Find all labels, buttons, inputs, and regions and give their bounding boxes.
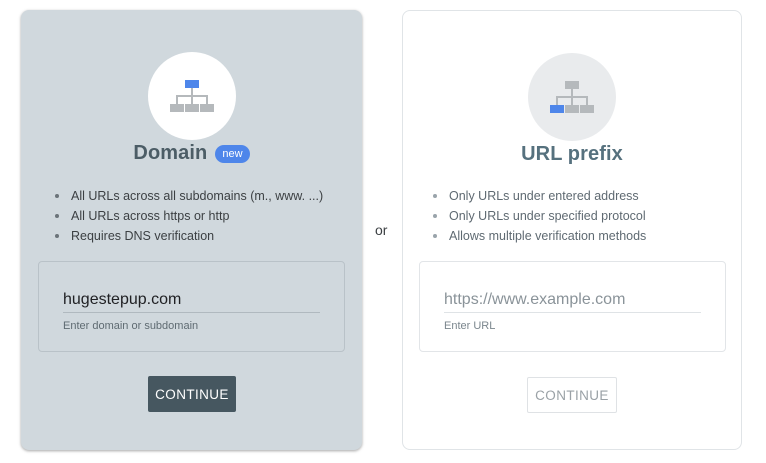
list-item: All URLs across all subdomains (m., www.… [53,186,342,206]
url-input[interactable] [444,290,701,310]
domain-input-underline [63,312,320,313]
domain-field-box: Enter domain or subdomain [38,261,345,352]
list-item: Allows multiple verification methods [431,226,721,246]
list-item: All URLs across https or http [53,206,342,226]
url-prefix-feature-list: Only URLs under entered address Only URL… [431,186,721,246]
domain-input[interactable] [63,290,320,310]
url-prefix-title: URL prefix [521,143,623,165]
domain-title-row: Domain new [21,142,362,165]
list-item: Only URLs under specified protocol [431,206,721,226]
new-badge: new [215,144,250,163]
property-type-selector: Domain new All URLs across all subdomain… [0,0,766,463]
url-input-underline [444,312,701,313]
sitemap-icon [169,80,214,112]
list-item: Only URLs under entered address [431,186,721,206]
url-prefix-card[interactable]: URL prefix Only URLs under entered addre… [402,10,742,450]
url-field-box: Enter URL [419,261,726,352]
domain-input-hint: Enter domain or subdomain [63,320,199,332]
or-separator: or [375,222,388,238]
url-prefix-icon-circle [528,53,616,141]
list-item: Requires DNS verification [53,226,342,246]
domain-feature-list: All URLs across all subdomains (m., www.… [53,186,342,246]
url-input-hint: Enter URL [444,320,496,332]
domain-icon-circle [147,52,236,140]
domain-continue-button[interactable]: CONTINUE [148,376,236,412]
url-prefix-title-row: URL prefix [403,143,741,166]
domain-title: Domain [133,142,208,164]
domain-card[interactable]: Domain new All URLs across all subdomain… [21,10,362,450]
sitemap-icon [550,81,594,113]
url-continue-button[interactable]: CONTINUE [527,377,617,413]
